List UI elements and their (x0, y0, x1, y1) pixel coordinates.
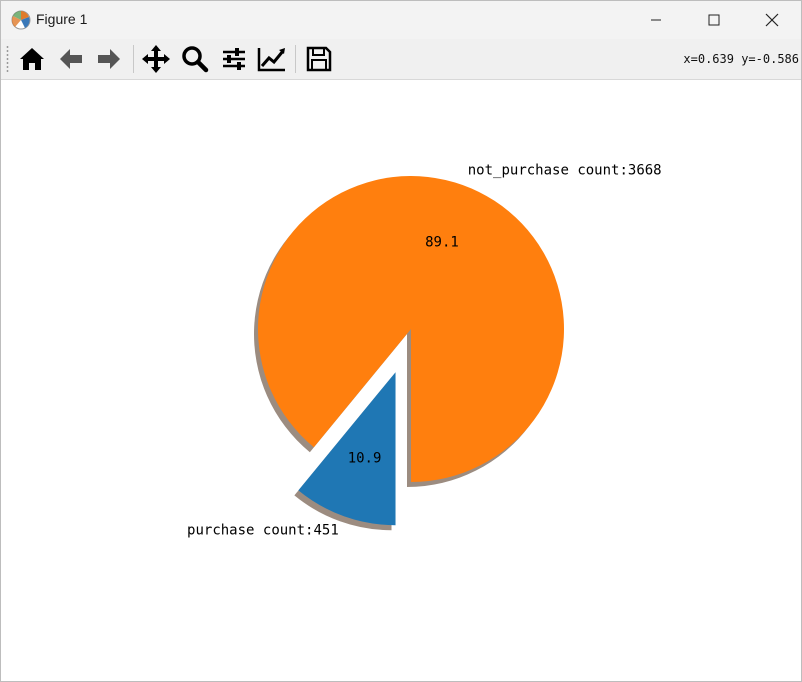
minimize-button[interactable] (627, 1, 685, 39)
home-icon (20, 48, 44, 70)
close-icon (765, 13, 779, 27)
title-bar[interactable]: Figure 1 (1, 1, 801, 39)
cursor-coordinates: x=0.639 y=-0.586 (683, 52, 799, 66)
pan-button[interactable] (139, 43, 173, 75)
toolbar-grip[interactable] (6, 45, 9, 73)
edit-axis-button[interactable] (255, 43, 289, 75)
pie-percent-label: 89.1 (425, 235, 459, 251)
close-button[interactable] (743, 1, 801, 39)
window-title: Figure 1 (36, 11, 88, 27)
pie-chart: 89.1 10.9 not_purchase count:3668 purchase … (187, 163, 662, 539)
back-icon (60, 49, 82, 69)
save-icon (306, 46, 332, 72)
back-button[interactable] (54, 43, 88, 75)
matplotlib-app-icon (11, 10, 31, 30)
save-button[interactable] (302, 43, 336, 75)
figure-window: Figure 1 x=0.639 y=-0.586 89.1 10.9 not_… (0, 0, 802, 682)
zoom-icon (182, 46, 209, 73)
maximize-button[interactable] (685, 1, 743, 39)
pie-category-label: not_purchase count:3668 (468, 163, 662, 179)
configure-subplots-icon (223, 48, 245, 70)
forward-button[interactable] (92, 43, 126, 75)
pie-percent-label: 10.9 (348, 451, 382, 467)
toolbar-separator (295, 45, 296, 73)
maximize-icon (708, 14, 720, 26)
zoom-button[interactable] (178, 43, 212, 75)
forward-icon (98, 49, 120, 69)
pie-category-label: purchase count:451 (187, 523, 339, 539)
pan-icon (142, 45, 170, 73)
minimize-icon (651, 19, 661, 21)
toolbar-separator (133, 45, 134, 73)
figure-canvas[interactable]: 89.1 10.9 not_purchase count:3668 purchase … (1, 80, 801, 681)
pie-wedge-not-purchase (258, 176, 564, 482)
edit-axis-icon (257, 48, 285, 72)
home-button[interactable] (15, 43, 49, 75)
navigation-toolbar: x=0.639 y=-0.586 (1, 39, 801, 80)
configure-subplots-button[interactable] (217, 43, 251, 75)
